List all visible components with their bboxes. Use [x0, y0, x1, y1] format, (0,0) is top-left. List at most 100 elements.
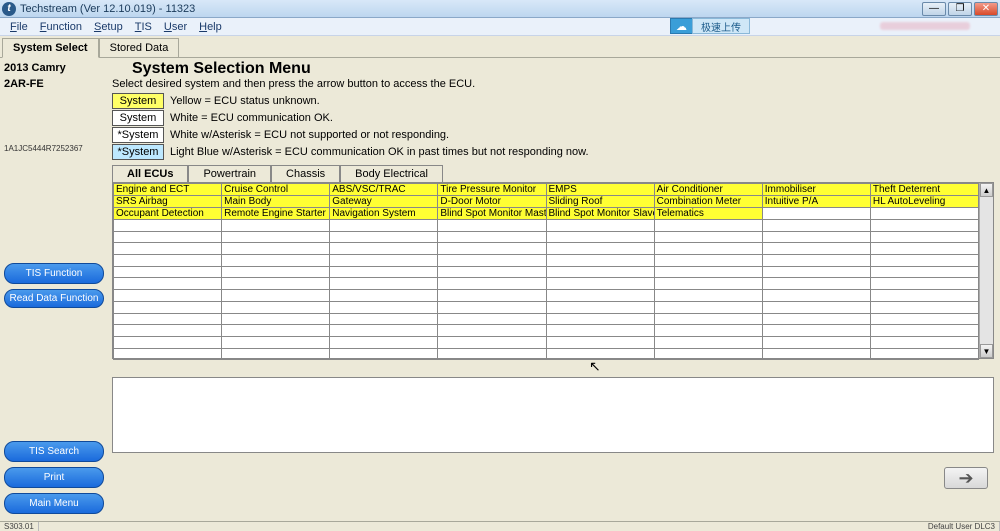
ecu-cell[interactable]: ABS/VSC/TRAC: [330, 184, 438, 196]
ecu-cell[interactable]: Sliding Roof: [546, 196, 654, 208]
ecu-scrollbar[interactable]: ▲ ▼: [979, 183, 993, 358]
empty-cell: [762, 348, 870, 360]
window-title: Techstream (Ver 12.10.019) - 11323: [20, 3, 922, 15]
empty-cell: [330, 301, 438, 313]
ecu-cell[interactable]: Main Body: [222, 196, 330, 208]
upload-gadget[interactable]: ☁ 极速上传: [670, 18, 750, 34]
main-menu-button[interactable]: Main Menu: [4, 493, 104, 514]
ecu-cell[interactable]: Air Conditioner: [654, 184, 762, 196]
empty-cell: [114, 231, 222, 243]
minimize-button[interactable]: —: [922, 2, 946, 16]
legend-desc: White w/Asterisk = ECU not supported or …: [170, 129, 449, 141]
proceed-arrow-button[interactable]: ➔: [944, 467, 988, 489]
vehicle-vin: 1A1JC5444R7252367: [4, 144, 104, 153]
empty-cell: [438, 301, 546, 313]
legend-desc: Yellow = ECU status unknown.: [170, 95, 320, 107]
empty-cell: [114, 255, 222, 267]
empty-cell: [222, 290, 330, 302]
title-bar: t Techstream (Ver 12.10.019) - 11323 — ❐…: [0, 0, 1000, 18]
empty-cell: [654, 266, 762, 278]
empty-cell: [546, 243, 654, 255]
subtab-powertrain[interactable]: Powertrain: [188, 165, 271, 182]
legend-row: SystemWhite = ECU communication OK.: [112, 110, 994, 126]
tab-system-select[interactable]: System Select: [2, 38, 99, 58]
ecu-cell[interactable]: Engine and ECT: [114, 184, 222, 196]
empty-cell: [870, 301, 978, 313]
empty-cell: [870, 231, 978, 243]
cloud-icon: ☁: [670, 18, 692, 34]
menu-file[interactable]: File: [4, 20, 34, 34]
empty-cell: [546, 348, 654, 360]
tis-search-button[interactable]: TIS Search: [4, 441, 104, 462]
empty-cell: [870, 255, 978, 267]
empty-cell: [870, 290, 978, 302]
ecu-cell[interactable]: Theft Deterrent: [870, 184, 978, 196]
maximize-button[interactable]: ❐: [948, 2, 972, 16]
empty-cell: [762, 313, 870, 325]
empty-cell: [222, 255, 330, 267]
ecu-cell[interactable]: Remote Engine Starter: [222, 208, 330, 220]
empty-cell: [330, 348, 438, 360]
empty-cell: [222, 220, 330, 232]
empty-cell: [870, 208, 978, 220]
empty-cell: [114, 301, 222, 313]
empty-cell: [438, 313, 546, 325]
empty-cell: [222, 313, 330, 325]
ecu-cell[interactable]: Navigation System: [330, 208, 438, 220]
empty-cell: [870, 266, 978, 278]
subtab-all-ecus[interactable]: All ECUs: [112, 165, 188, 182]
status-bar: S303.01 Default User DLC3: [0, 521, 1000, 531]
empty-cell: [222, 278, 330, 290]
empty-cell: [114, 325, 222, 337]
ecu-cell[interactable]: EMPS: [546, 184, 654, 196]
ecu-cell[interactable]: SRS Airbag: [114, 196, 222, 208]
scroll-track[interactable]: [980, 197, 993, 344]
ecu-cell[interactable]: D-Door Motor: [438, 196, 546, 208]
ecu-cell[interactable]: Combination Meter: [654, 196, 762, 208]
menu-function[interactable]: Function: [34, 20, 88, 34]
subtab-body-electrical[interactable]: Body Electrical: [340, 165, 443, 182]
menu-tis[interactable]: TIS: [129, 20, 158, 34]
ecu-cell[interactable]: HL AutoLeveling: [870, 196, 978, 208]
ecu-cell[interactable]: Tire Pressure Monitor: [438, 184, 546, 196]
empty-cell: [870, 278, 978, 290]
legend-box: System: [112, 93, 164, 109]
empty-cell: [330, 325, 438, 337]
empty-cell: [546, 255, 654, 267]
subtab-chassis[interactable]: Chassis: [271, 165, 340, 182]
ecu-cell[interactable]: Intuitive P/A: [762, 196, 870, 208]
workspace: 2013 Camry 2AR-FE 1A1JC5444R7252367 TIS …: [0, 58, 1000, 521]
empty-cell: [438, 348, 546, 360]
empty-cell: [762, 208, 870, 220]
ecu-cell[interactable]: Telematics: [654, 208, 762, 220]
menu-help[interactable]: Help: [193, 20, 228, 34]
ecu-cell[interactable]: Blind Spot Monitor Slave: [546, 208, 654, 220]
scroll-down-icon[interactable]: ▼: [980, 344, 993, 358]
empty-cell: [438, 220, 546, 232]
empty-cell: [222, 266, 330, 278]
ecu-cell[interactable]: Immobiliser: [762, 184, 870, 196]
empty-cell: [654, 290, 762, 302]
close-button[interactable]: ✕: [974, 2, 998, 16]
read-data-function-button[interactable]: Read Data Function: [4, 289, 104, 308]
ecu-cell[interactable]: Cruise Control: [222, 184, 330, 196]
empty-cell: [762, 325, 870, 337]
scroll-up-icon[interactable]: ▲: [980, 183, 993, 197]
empty-cell: [330, 255, 438, 267]
ecu-cell[interactable]: Gateway: [330, 196, 438, 208]
empty-cell: [546, 301, 654, 313]
ecu-cell[interactable]: Occupant Detection: [114, 208, 222, 220]
menu-setup[interactable]: Setup: [88, 20, 129, 34]
print-button[interactable]: Print: [4, 467, 104, 488]
tis-function-button[interactable]: TIS Function: [4, 263, 104, 284]
empty-cell: [546, 290, 654, 302]
legend: System Yellow = ECU status unknown. System…: [112, 93, 994, 161]
empty-cell: [438, 278, 546, 290]
ecu-cell[interactable]: Blind Spot Monitor Master: [438, 208, 546, 220]
empty-cell: [114, 243, 222, 255]
menu-user[interactable]: User: [158, 20, 193, 34]
tab-stored-data[interactable]: Stored Data: [99, 38, 180, 57]
page-title: System Selection Menu: [132, 60, 994, 78]
empty-cell: [546, 220, 654, 232]
ecu-grid-wrap: Engine and ECTCruise ControlABS/VSC/TRAC…: [112, 183, 994, 359]
